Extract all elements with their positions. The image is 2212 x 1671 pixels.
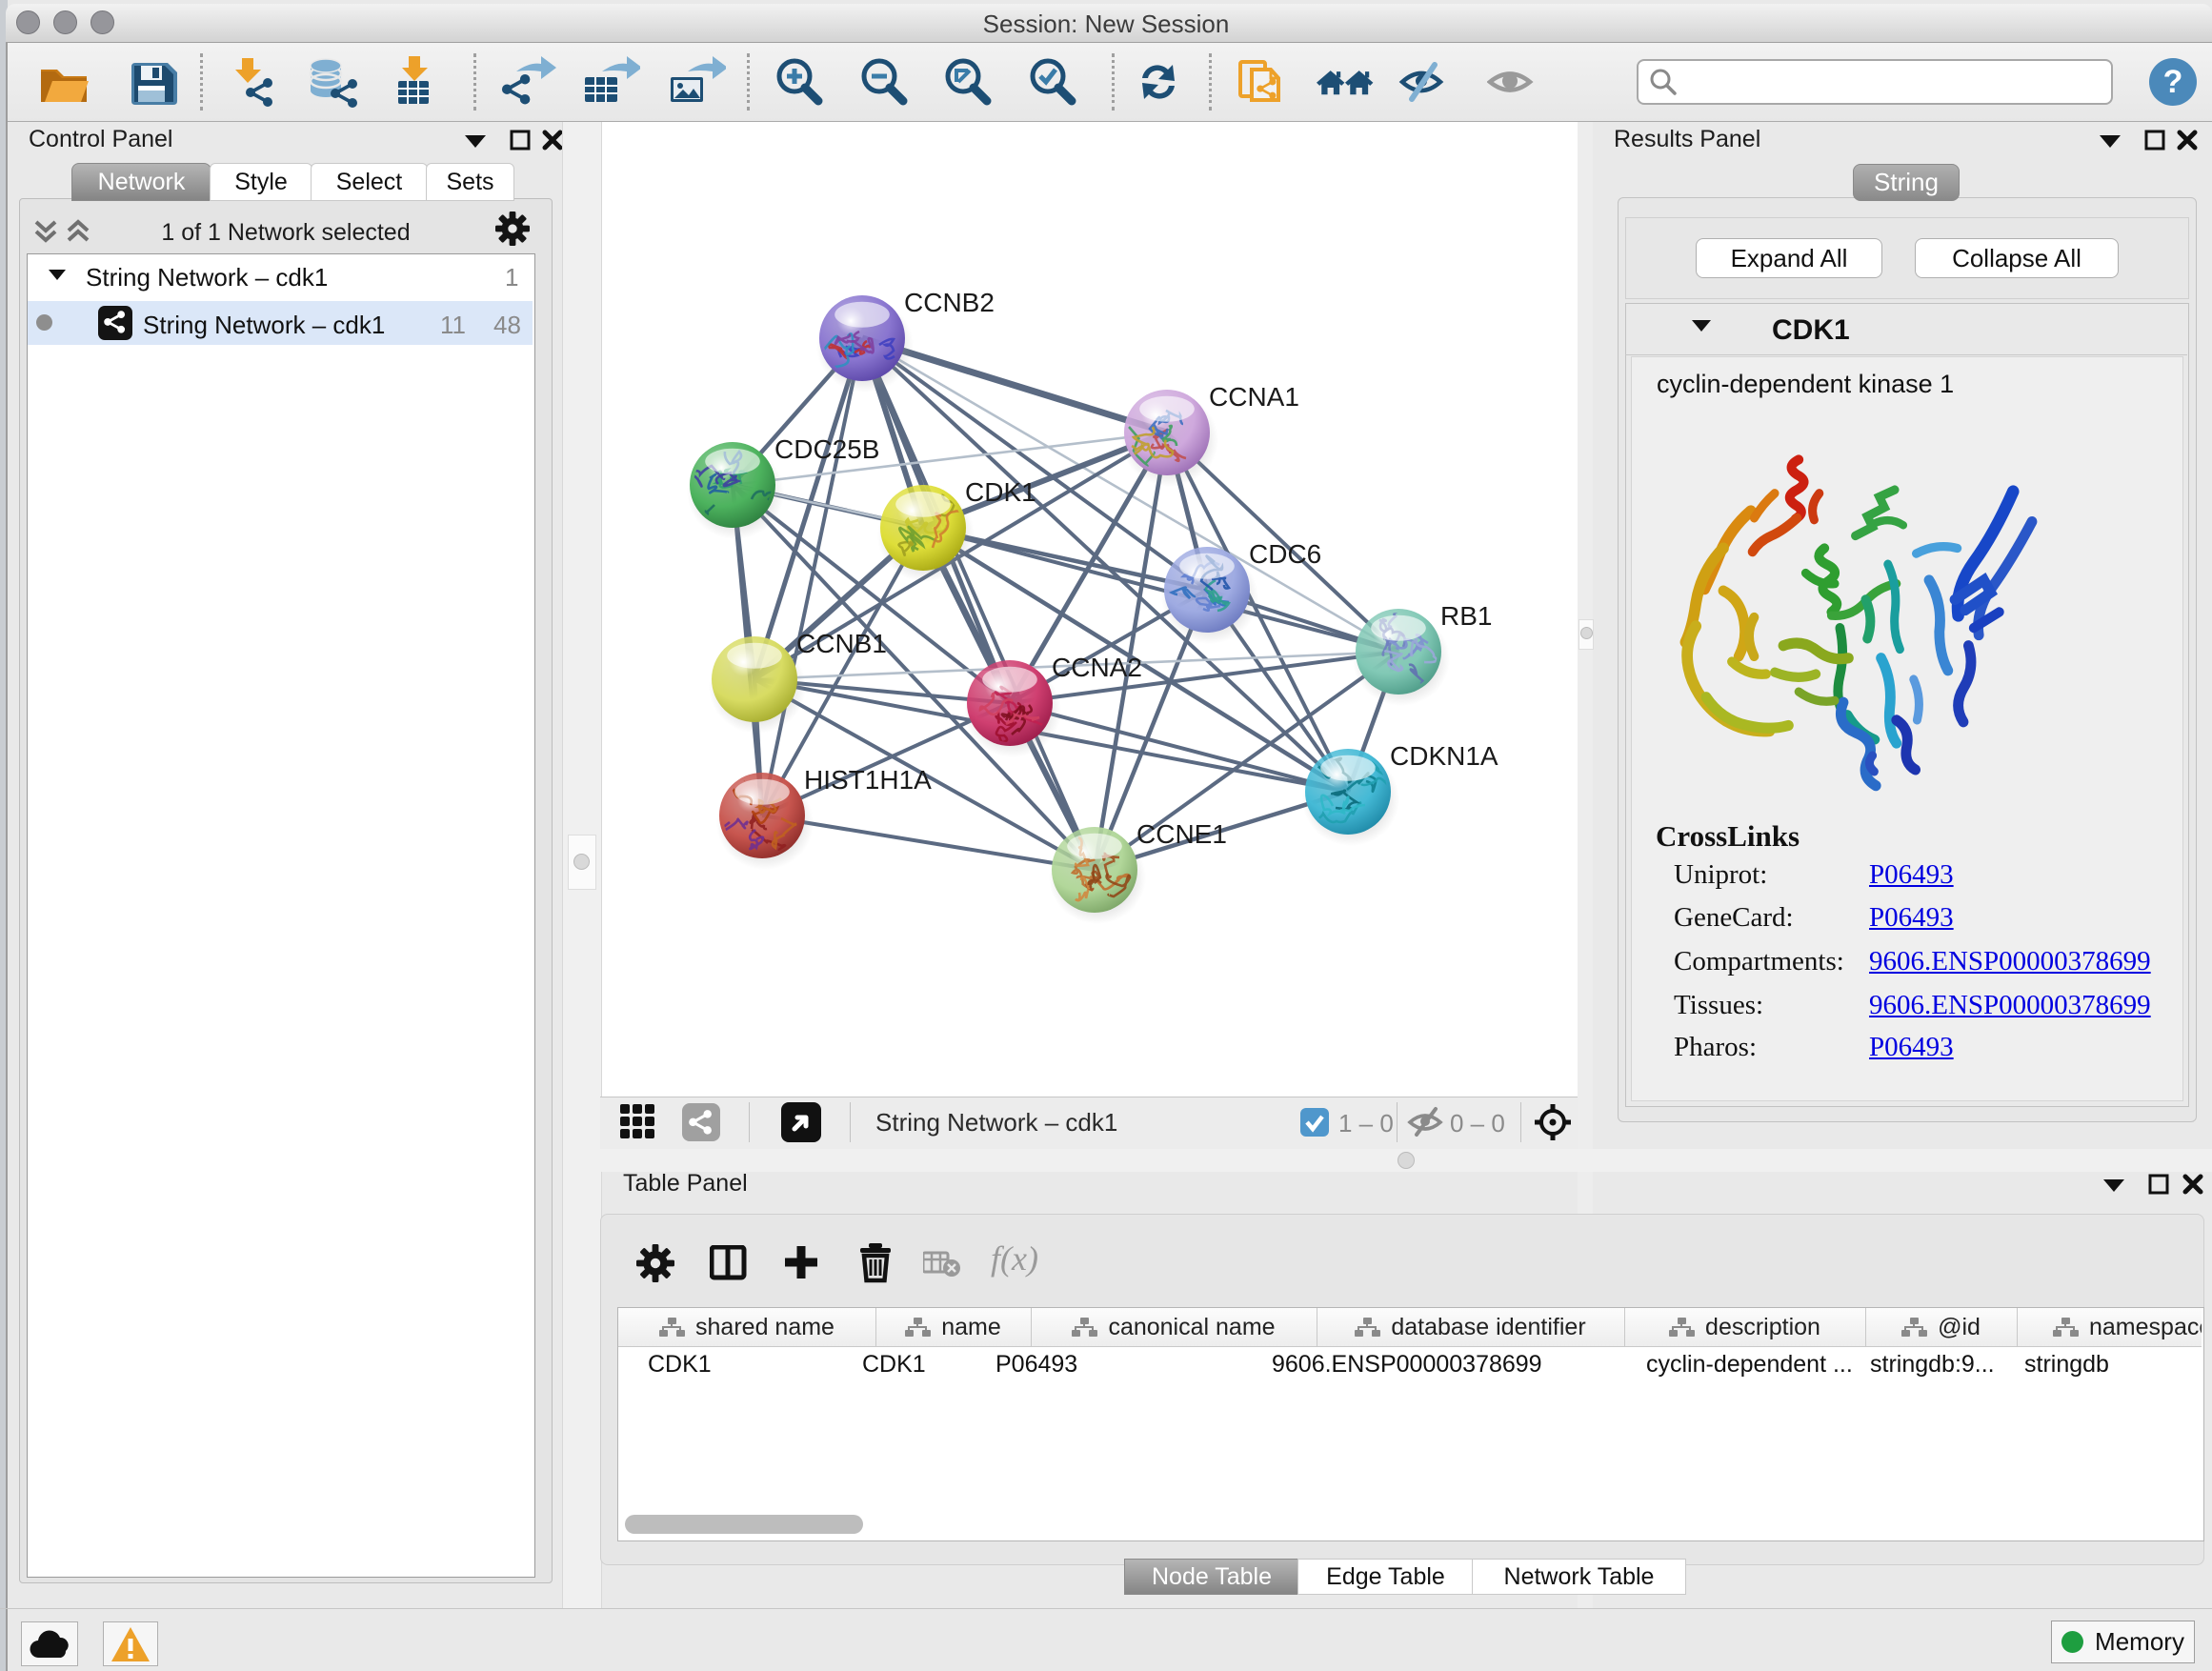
svg-text:CCNA2: CCNA2 bbox=[1052, 653, 1142, 682]
svg-text:CCNB2: CCNB2 bbox=[904, 288, 995, 317]
svg-text:CDC25B: CDC25B bbox=[774, 434, 879, 464]
svg-text:HIST1H1A: HIST1H1A bbox=[804, 765, 932, 795]
svg-text:CCNE1: CCNE1 bbox=[1136, 819, 1227, 849]
svg-text:CCNA1: CCNA1 bbox=[1209, 382, 1299, 412]
svg-text:CDK1: CDK1 bbox=[965, 477, 1036, 507]
svg-text:CDKN1A: CDKN1A bbox=[1390, 741, 1498, 771]
svg-text:CDC6: CDC6 bbox=[1249, 539, 1321, 569]
svg-text:?: ? bbox=[2163, 64, 2183, 100]
svg-text:RB1: RB1 bbox=[1440, 601, 1492, 631]
svg-text:CCNB1: CCNB1 bbox=[796, 629, 887, 658]
